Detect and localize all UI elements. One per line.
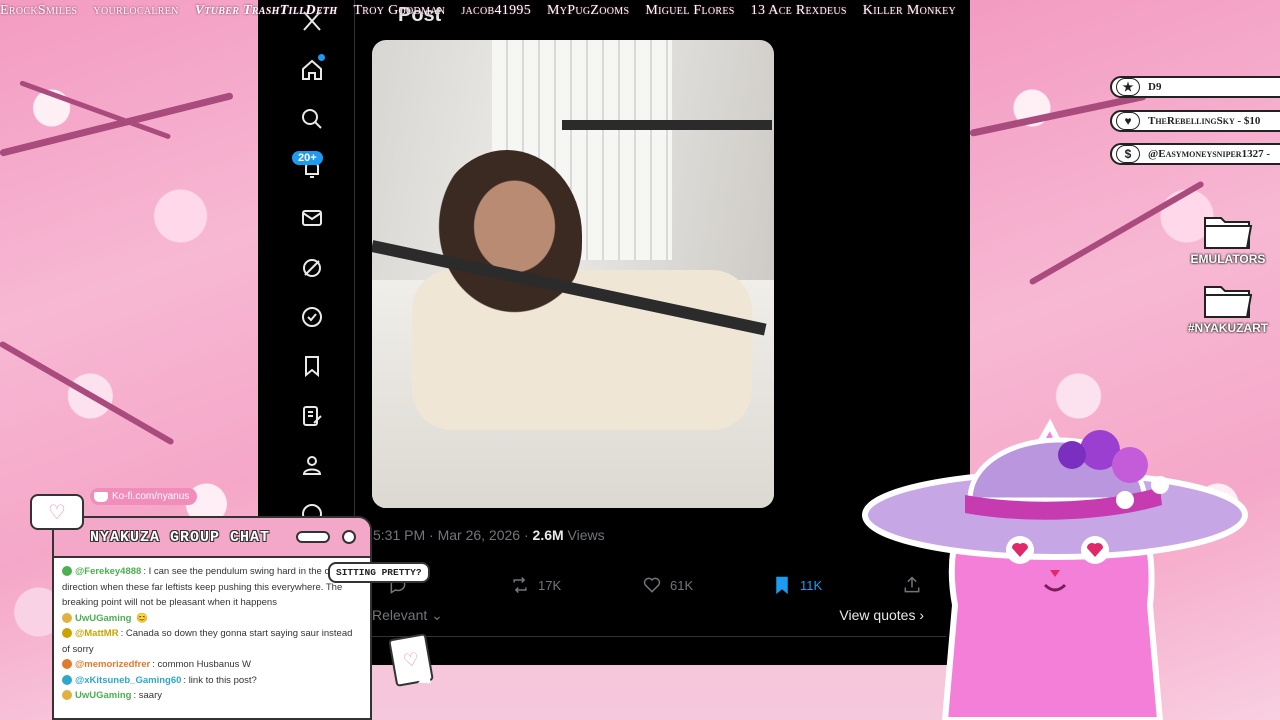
chat-message: UwUGaming: saary [62, 688, 362, 704]
kofi-link[interactable]: Ko-fi.com/nyanus [90, 488, 198, 505]
bookmark-filled-icon [776, 576, 788, 595]
home-notification-dot [318, 54, 325, 61]
ticker-item: Troy Goodman [353, 3, 446, 18]
chat-message: @memorizedfrer: common Husbanus W [62, 657, 362, 673]
folder-nyakuzart[interactable]: #NYAKUZART [1183, 281, 1273, 335]
like-button[interactable]: 61K [642, 575, 693, 595]
post-meta: 5:31 PM · Mar 26, 2026 · 2.6M Views [373, 527, 605, 543]
star-icon: ★ [1116, 78, 1140, 96]
branch [1028, 180, 1205, 286]
flower [1058, 441, 1086, 469]
chat-username: @memorizedfrer [75, 659, 151, 670]
chevron-down-icon: ⌄ [431, 607, 443, 623]
bookmark-button[interactable]: 11K [772, 575, 822, 595]
retweet-count: 17K [538, 577, 562, 593]
kofi-text: Ko-fi.com/nyanus [112, 491, 190, 502]
search-icon[interactable] [297, 104, 327, 134]
flower [1151, 476, 1169, 494]
emote-icon: 😊 [136, 612, 148, 624]
bookmark-count: 11K [800, 577, 823, 593]
donation-item: ♥ TheRebellingSky - $10 [1110, 110, 1280, 132]
retweet-button[interactable]: 17K [510, 575, 561, 595]
reply-sort-row: Relevant ⌄ View quotes › [372, 607, 924, 624]
user-badge-icon [62, 612, 72, 623]
post-actions: 17K 61K 11K [372, 575, 932, 599]
chat-title: NYAKUZA GROUP CHAT [90, 528, 271, 546]
flower [1116, 491, 1134, 509]
ticker-item: 13 Ace Rexdeus [750, 3, 847, 18]
chat-username: @MattMR [75, 628, 119, 639]
divider [356, 636, 946, 637]
group-chat-panel: NYAKUZA GROUP CHAT @Ferekey4888: I can s… [52, 516, 372, 720]
folder-icon [1203, 281, 1253, 319]
ticker-item: ErockSmiles [0, 3, 78, 18]
post-image[interactable] [372, 40, 774, 508]
supporter-ticker: ErockSmiles yourlocalren Vtuber TrashTil… [0, 0, 1280, 22]
chat-message: @MattMR: Canada so down they gonna start… [62, 628, 353, 655]
chat-username: @xKitsuneb_Gaming60 [75, 674, 182, 686]
user-badge-icon [62, 628, 72, 639]
edit-list-icon[interactable] [297, 401, 327, 431]
chat-messages: @Ferekey4888: I can see the pendulum swi… [54, 558, 370, 704]
donation-text: @Easymoneysniper1327 - [1148, 148, 1270, 160]
donation-text: D9 [1148, 81, 1162, 93]
heart-speech-bubble: ♡ [30, 494, 84, 530]
sitting-pretty-bubble: SITTING PRETTY? [328, 562, 430, 583]
chat-text: link to this post? [188, 674, 257, 686]
chat-username: UwUGaming [75, 612, 132, 624]
ticker-item: Killer Monkey [862, 3, 957, 18]
folder-label: EMULATORS [1190, 252, 1266, 266]
sleeping-person [432, 150, 582, 320]
mail-icon[interactable] [297, 203, 327, 233]
ticker-item: Vtuber TrashTillDeth [194, 3, 338, 18]
grok-icon[interactable] [297, 253, 327, 283]
relevant-label: Relevant [372, 607, 428, 623]
chat-username: @Ferekey4888 [75, 566, 142, 577]
user-badge-icon [62, 566, 72, 577]
ticker-item: jacob41995 [461, 3, 532, 18]
branch [0, 92, 234, 157]
heart-icon: ♥ [1116, 112, 1140, 130]
folder-icon [1203, 212, 1253, 250]
chat-username: UwUGaming [75, 690, 132, 701]
folder-emulators[interactable]: EMULATORS [1183, 212, 1273, 266]
chat-message: @Ferekey4888: I can see the pendulum swi… [62, 566, 361, 608]
profile-icon[interactable] [297, 450, 327, 480]
user-badge-icon [62, 674, 72, 685]
pill-decoration [296, 531, 330, 543]
retweet-icon [513, 576, 527, 594]
views-label: Views [563, 527, 605, 543]
flower [1112, 447, 1148, 483]
user-badge-icon [62, 659, 72, 670]
like-count: 61K [670, 577, 694, 593]
chat-text: common Husbanus W [157, 659, 251, 670]
branch [0, 340, 175, 446]
chat-text: saary [138, 690, 162, 701]
circle-decoration [342, 530, 356, 544]
views-count: 2.6M [532, 527, 564, 543]
notification-badge: 20+ [292, 151, 323, 165]
dollar-icon: $ [1116, 145, 1140, 163]
ticker-item: Miguel Flores [645, 3, 735, 18]
vtuber-cat-avatar [862, 418, 1248, 720]
bed-rail [562, 120, 772, 130]
heart-icon [643, 577, 661, 593]
heart-icon: ♡ [48, 501, 66, 524]
ticker-item: yourlocalren [93, 3, 179, 18]
donation-item: $ @Easymoneysniper1327 - [1110, 143, 1280, 165]
donation-item: ★ D9 [1110, 76, 1280, 98]
chat-message: UwUGaming 😊 [62, 611, 362, 627]
chat-header: NYAKUZA GROUP CHAT [54, 518, 370, 558]
coffee-cup-icon [94, 491, 108, 502]
relevant-sort-dropdown[interactable]: Relevant ⌄ [372, 607, 443, 624]
ticker-item: MyPugZooms [547, 3, 630, 18]
donation-text: TheRebellingSky - $10 [1148, 115, 1261, 127]
post-timestamp: 5:31 PM · Mar 26, 2026 · [373, 527, 533, 543]
user-badge-icon [62, 690, 72, 701]
verified-icon[interactable] [297, 302, 327, 332]
chat-message: @xKitsuneb_Gaming60: link to this post? [62, 673, 362, 689]
folder-label: #NYAKUZART [1187, 321, 1269, 335]
bookmark-icon[interactable] [297, 351, 327, 381]
